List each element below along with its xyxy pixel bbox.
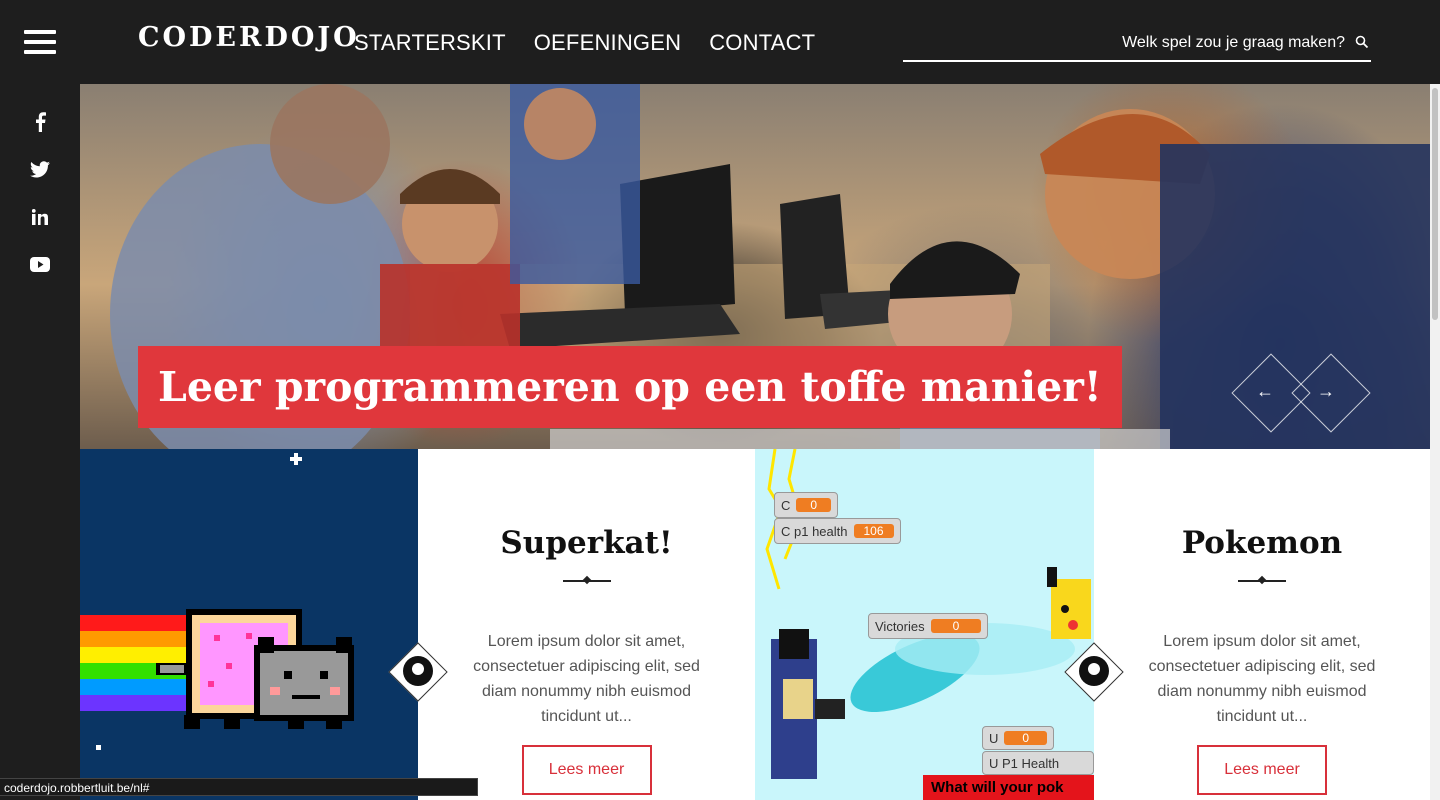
page-scrollbar[interactable] [1430,84,1440,800]
scrollbar-thumb[interactable] [1432,88,1438,320]
title-divider [1238,580,1286,582]
nyan-cat-illustration [80,453,354,750]
var-monitor-u: U 0 [982,726,1055,750]
nav-oefeningen[interactable]: OEFENINGEN [534,30,681,56]
hero-title: Leer programmeren op een toffe manier! [138,346,1122,428]
var-monitor-u-health: U P1 Health [982,751,1094,775]
var-monitor-c-health: C p1 health 106 [774,518,901,544]
main-nav: STARTERSKIT OEFENINGEN CONTACT [354,30,815,56]
site-logo[interactable]: CODERDOJO [138,22,360,53]
card-description: Lorem ipsum dolor sit amet, consectetuer… [473,633,700,725]
var-monitor-c: C 0 [774,492,839,518]
var-value: 0 [796,498,832,512]
youtube-icon[interactable] [28,252,52,276]
var-value: 0 [1004,731,1048,745]
twitter-icon[interactable] [28,157,52,181]
var-value: 0 [930,619,982,633]
var-name: U P1 Health [989,755,1060,771]
card-title: Pokemon [1181,525,1343,561]
pokemon-card: Pokemon Lorem ipsum dolor sit amet, cons… [1094,449,1430,800]
arrow-left-icon: ← [1256,381,1274,401]
card-description: Lorem ipsum dolor sit amet, consectetuer… [1148,633,1376,725]
status-url-bar: coderdojo.robbertluit.be/nl# [0,778,478,796]
lees-meer-button[interactable]: Lees meer [521,745,652,795]
card-title: Superkat! [500,525,673,561]
superkat-card: Superkat! Lorem ipsum dolor sit amet, co… [418,449,755,800]
superkat-image[interactable] [80,449,418,800]
title-divider [562,580,611,582]
var-name: U [989,730,999,746]
linkedin-icon[interactable] [28,205,52,229]
ball-icon [1079,656,1109,686]
search-box [903,28,1371,62]
search-icon[interactable] [1355,35,1369,49]
var-monitor-victories: Victories 0 [868,613,989,639]
top-header: CODERDOJO STARTERSKIT OEFENINGEN CONTACT [0,0,1440,84]
arrow-right-icon: → [1317,381,1335,401]
lees-meer-button[interactable]: Lees meer [1197,745,1327,795]
facebook-icon[interactable] [28,110,52,134]
var-value: 106 [853,524,894,538]
var-name: Victories [875,618,925,634]
pokemon-image[interactable]: C 0 C p1 health 106 Victories 0 U 0 U P1… [755,449,1094,800]
nav-contact[interactable]: CONTACT [709,30,815,56]
var-name: C [781,497,791,513]
var-name: C p1 health [781,523,848,539]
game-banner: What will your pok [923,775,1094,800]
ball-icon [403,656,433,686]
nav-starterskit[interactable]: STARTERSKIT [354,30,506,56]
social-sidebar [0,84,80,800]
hero-slider: Leer programmeren op een toffe manier! ←… [80,84,1430,449]
search-input[interactable] [925,30,1345,56]
hamburger-menu-icon[interactable] [24,30,56,54]
